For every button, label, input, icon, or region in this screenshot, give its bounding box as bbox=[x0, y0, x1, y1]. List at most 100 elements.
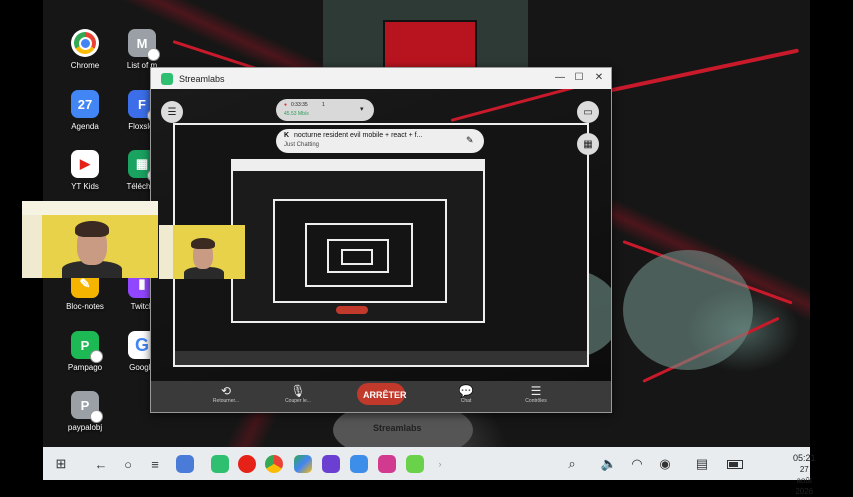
nested-preview-frame bbox=[231, 159, 485, 323]
taskbar-app-chrome[interactable] bbox=[265, 455, 283, 473]
chat-button[interactable]: 💬 Chat bbox=[441, 384, 491, 404]
gallery-icon bbox=[176, 455, 194, 473]
taskbar-app-playstore[interactable] bbox=[294, 455, 312, 473]
game-icon bbox=[350, 455, 368, 473]
desktop-icon-agenda[interactable]: 27 Agenda bbox=[53, 90, 117, 131]
taskbar-app-game1[interactable] bbox=[322, 455, 340, 473]
clock-date: 27 août 2026 bbox=[795, 465, 814, 496]
icon-label: Bloc-notes bbox=[66, 302, 104, 311]
battery-icon bbox=[727, 459, 743, 469]
taskbar-app-game3[interactable] bbox=[378, 455, 396, 473]
clock[interactable]: 05:21 27 août 2026 bbox=[793, 453, 816, 497]
more-apps-button[interactable]: › bbox=[431, 455, 449, 473]
shortcut-icon: M bbox=[128, 29, 160, 61]
nested-preview-frame bbox=[305, 223, 413, 287]
nested-preview-frame bbox=[273, 199, 447, 303]
icon-label: paypalobj bbox=[67, 423, 103, 432]
wallpaper-splash bbox=[623, 250, 753, 370]
battery-indicator[interactable] bbox=[726, 455, 744, 473]
window-titlebar[interactable]: Streamlabs — ☐ ✕ bbox=[151, 68, 611, 89]
stream-info-card[interactable]: K nocturne resident evil mobile + react … bbox=[276, 129, 484, 153]
desktop-icon-pampago[interactable]: P Pampago bbox=[53, 331, 117, 372]
scenes-button[interactable]: ▦ bbox=[577, 133, 599, 155]
icon-label: Pampago bbox=[67, 363, 103, 372]
hamburger-icon: ☰ bbox=[167, 106, 177, 118]
live-dot-icon: ● bbox=[284, 102, 288, 108]
youtube-kids-icon: ▶ bbox=[71, 150, 99, 178]
volume-button[interactable]: 🔈 bbox=[600, 455, 618, 473]
taskbar-app-streamlabs[interactable] bbox=[211, 455, 229, 473]
wifi-icon: ◠ bbox=[631, 456, 643, 471]
window-title: Streamlabs bbox=[179, 73, 225, 84]
taskbar-app-gallery[interactable] bbox=[176, 455, 194, 473]
control-bar: ⟲ Retourner... 🎙 Couper le... ARRÊTER 💬 Cha… bbox=[151, 381, 611, 412]
taskbar-app-game2[interactable] bbox=[350, 455, 368, 473]
wifi-button[interactable]: ◠ bbox=[628, 455, 646, 473]
pampago-icon: P bbox=[71, 331, 103, 363]
chevron-right-icon: › bbox=[438, 459, 442, 469]
wallpaper-splash bbox=[602, 48, 800, 94]
stream-title: nocturne resident evil mobile + react + … bbox=[294, 132, 423, 139]
chrome-icon bbox=[71, 29, 99, 57]
notifications-button[interactable]: ▤ bbox=[693, 455, 711, 473]
back-button[interactable]: ← bbox=[92, 455, 110, 473]
nested-preview-frame bbox=[341, 249, 373, 265]
chrome-icon bbox=[265, 455, 283, 473]
recents-button[interactable]: ≡ bbox=[146, 455, 164, 473]
desktop-icon-chrome[interactable]: Chrome bbox=[53, 29, 117, 70]
mute-mic-button[interactable]: 🎙 Couper le... bbox=[273, 384, 323, 404]
close-button[interactable]: ✕ bbox=[592, 72, 606, 83]
back-arrow-icon: ← bbox=[94, 456, 108, 472]
webcam-overlay bbox=[22, 201, 158, 278]
wallpaper-text: Streamlabs bbox=[373, 423, 422, 433]
app-grid-button[interactable]: ⊞ bbox=[52, 455, 70, 473]
screen-icon: ▭ bbox=[583, 106, 593, 118]
search-button[interactable]: ⌕ bbox=[563, 455, 581, 473]
game-icon bbox=[406, 455, 424, 473]
youtube-icon bbox=[238, 455, 256, 473]
camera-flip-icon: ⟲ bbox=[220, 384, 232, 398]
taskbar-app-game4[interactable] bbox=[406, 455, 424, 473]
controls-button[interactable]: ☰ Contrôles bbox=[511, 384, 561, 404]
home-button[interactable]: ○ bbox=[119, 455, 137, 473]
icon-label: YT Kids bbox=[71, 182, 99, 191]
calendar-icon: 27 bbox=[71, 90, 99, 118]
wallpaper-panel bbox=[323, 0, 528, 74]
grid-icon: ⊞ bbox=[55, 456, 67, 471]
streamlabs-icon bbox=[211, 455, 229, 473]
chevron-down-icon: ▾ bbox=[360, 106, 364, 113]
search-icon: ⌕ bbox=[568, 456, 576, 471]
maximize-button[interactable]: ☐ bbox=[572, 72, 586, 83]
bitrate: 45.53 Mb/s bbox=[284, 111, 309, 117]
desktop-icon-paypal[interactable]: P paypalobj bbox=[53, 391, 117, 432]
game-icon bbox=[378, 455, 396, 473]
icon-label: Agenda bbox=[71, 122, 99, 131]
stream-status-pill[interactable]: ● 0:33:35 1 45.53 Mb/s ▾ bbox=[276, 99, 374, 121]
desktop-icon-ytkids[interactable]: ▶ YT Kids bbox=[53, 150, 117, 191]
desktop-icon-list[interactable]: M List of m bbox=[110, 29, 174, 70]
game-icon bbox=[322, 455, 340, 473]
notifications-icon: ▤ bbox=[695, 456, 709, 471]
location-button[interactable]: ◉ bbox=[656, 455, 674, 473]
taskbar-app-youtube[interactable] bbox=[238, 455, 256, 473]
menu-button[interactable]: ☰ bbox=[161, 101, 183, 123]
minimize-button[interactable]: — bbox=[553, 72, 567, 83]
streamlabs-logo-icon bbox=[161, 72, 173, 85]
stop-stream-button[interactable]: ARRÊTER bbox=[357, 383, 407, 405]
icon-label: Chrome bbox=[70, 61, 100, 70]
flip-camera-button[interactable]: ⟲ Retourner... bbox=[201, 384, 251, 404]
kick-icon: K bbox=[284, 132, 290, 139]
location-icon: ◉ bbox=[659, 456, 671, 471]
stream-time: 0:33:35 bbox=[291, 102, 308, 108]
viewer-count: 1 bbox=[322, 102, 325, 108]
play-store-icon bbox=[294, 455, 312, 473]
screen-button[interactable]: ▭ bbox=[577, 101, 599, 123]
stream-category: Just Chatting bbox=[284, 142, 320, 148]
right-letterbox bbox=[810, 0, 853, 480]
volume-icon: 🔈 bbox=[600, 456, 618, 471]
edit-icon[interactable]: ✎ bbox=[466, 135, 474, 146]
clock-time: 05:21 bbox=[793, 453, 816, 463]
scenes-icon: ▦ bbox=[583, 138, 593, 150]
home-circle-icon: ○ bbox=[124, 456, 132, 472]
nested-preview-frame bbox=[327, 239, 389, 273]
